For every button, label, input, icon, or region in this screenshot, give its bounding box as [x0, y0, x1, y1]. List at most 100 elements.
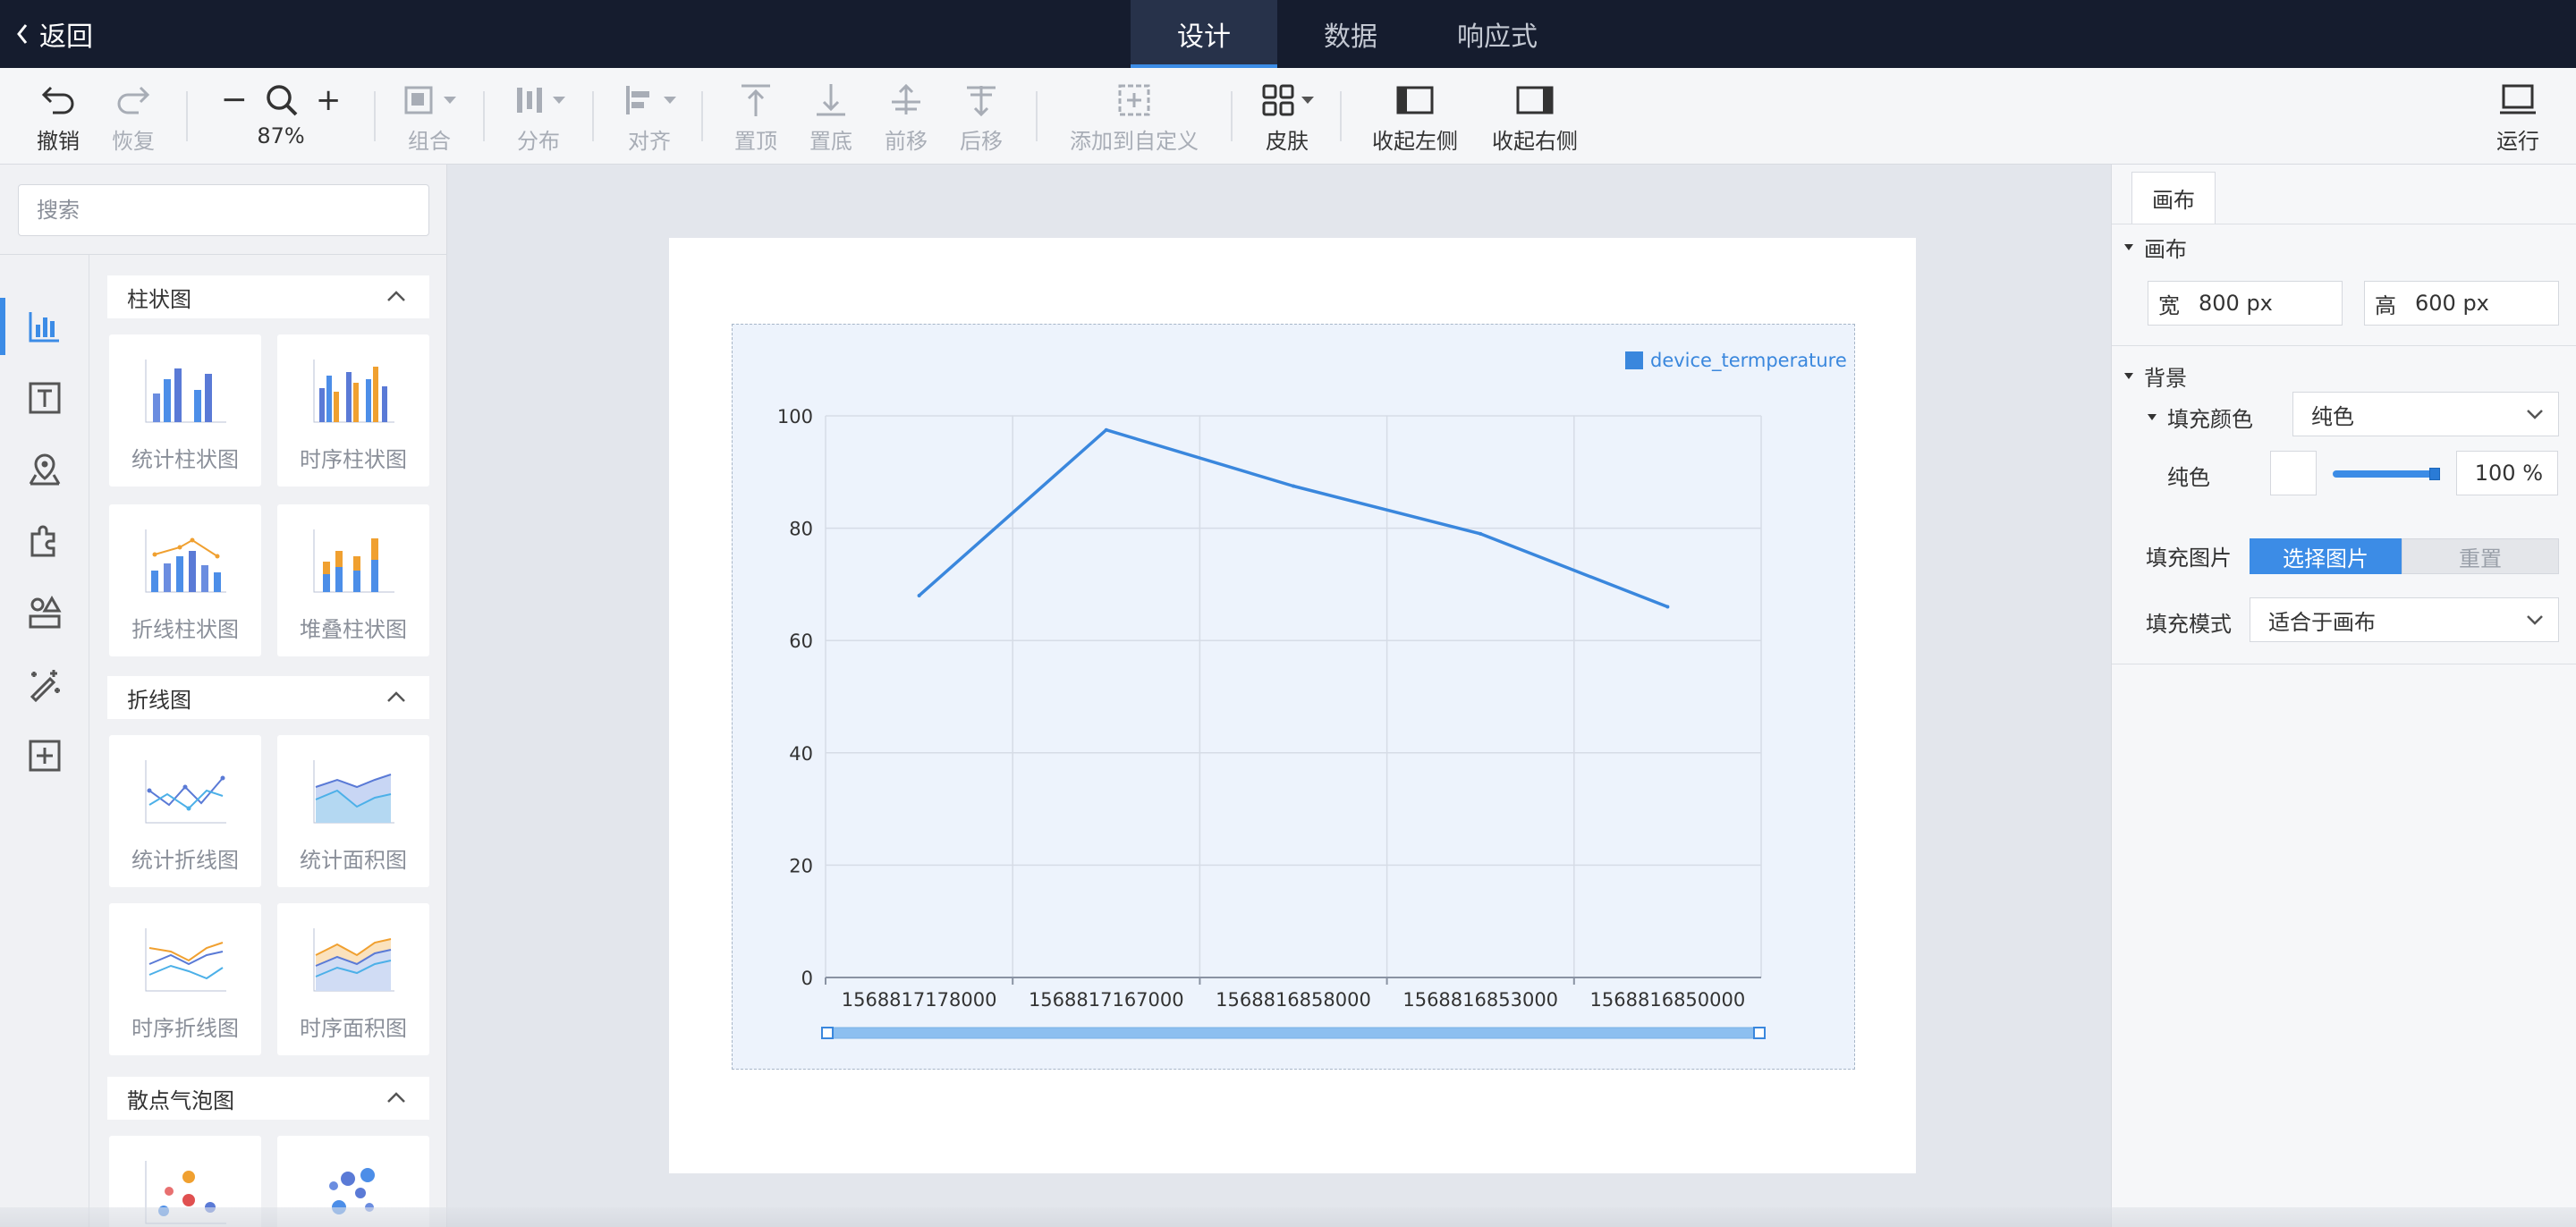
opacity-field[interactable]: 100 % — [2456, 451, 2558, 495]
x-tick-label: 1568816850000 — [1590, 989, 1746, 1011]
search-input[interactable] — [18, 184, 429, 236]
chevron-down-icon — [2527, 615, 2543, 625]
fill-image-label: 填充图片 — [2146, 546, 2232, 571]
toolbar-divider — [483, 91, 485, 141]
rail-plugin[interactable] — [0, 505, 89, 577]
collapse-left-icon — [1396, 86, 1434, 114]
canvas-section-header[interactable]: 画布 — [2124, 225, 2187, 268]
opacity-slider[interactable] — [2333, 470, 2436, 478]
bring-to-top-button[interactable]: 置顶 — [728, 80, 784, 156]
send-to-bottom-button[interactable]: 置底 — [803, 80, 859, 156]
rail-map[interactable] — [0, 434, 89, 505]
back-button[interactable]: 返回 — [14, 0, 93, 68]
bring-forward-button[interactable]: 前移 — [878, 80, 934, 156]
send-backward-icon — [967, 86, 996, 117]
rail-text[interactable] — [0, 362, 89, 434]
line-chart-thumbnail — [145, 760, 226, 824]
zoom-out-icon[interactable]: − — [221, 84, 248, 116]
add-to-custom-label: 添加到自定义 — [1070, 129, 1199, 154]
zoom-icon — [267, 85, 298, 116]
caret-down-icon — [2124, 372, 2133, 379]
category-line-header[interactable]: 折线图 — [107, 676, 429, 719]
chart-card-label: 统计面积图 — [300, 848, 407, 873]
height-field[interactable]: 高 600 px — [2364, 281, 2559, 326]
chart-card[interactable]: 堆叠柱状图 — [277, 504, 429, 656]
chart-card[interactable]: 折线柱状图 — [109, 504, 261, 656]
x-tick-label: 1568816858000 — [1216, 989, 1371, 1011]
color-swatch[interactable] — [2270, 451, 2317, 495]
bring-forward-label: 前移 — [885, 129, 928, 154]
chart-card-label: 堆叠柱状图 — [300, 617, 407, 642]
area-chart-thumbnail — [313, 760, 394, 824]
group-button[interactable]: 组合 — [394, 80, 465, 156]
choose-image-button[interactable]: 选择图片 — [2250, 538, 2402, 574]
align-button[interactable]: 对齐 — [614, 80, 685, 156]
stacked-bar-chart-thumbnail — [313, 529, 394, 593]
rail-shapes[interactable] — [0, 577, 89, 648]
chart-card-label: 时序面积图 — [300, 1016, 407, 1041]
chevron-up-icon — [387, 691, 405, 702]
toolbar-divider — [186, 91, 188, 141]
data-zoom-bar — [825, 1027, 1762, 1039]
skin-label: 皮肤 — [1266, 129, 1309, 154]
run-button[interactable]: 运行 — [2487, 80, 2549, 156]
chart-card[interactable]: 时序折线图 — [109, 903, 261, 1055]
zoom-in-icon[interactable]: + — [316, 85, 342, 115]
section-title: 画布 — [2144, 236, 2187, 262]
chart-card[interactable]: 时序面积图 — [277, 903, 429, 1055]
chart-card-label: 统计柱状图 — [131, 447, 239, 472]
send-backward-button[interactable]: 后移 — [953, 80, 1009, 156]
tab-responsive[interactable]: 响应式 — [1424, 0, 1571, 68]
skin-grid-icon — [1262, 84, 1294, 116]
chart-card[interactable]: 时序柱状图 — [277, 334, 429, 487]
add-to-custom-button[interactable]: 添加到自定义 — [1064, 80, 1204, 156]
chart-widget[interactable]: 0 20 40 60 80 100 1568817178000 1568817167000 15… — [732, 324, 1855, 1070]
chart-card-label: 时序折线图 — [131, 1016, 239, 1041]
reset-button[interactable]: 重置 — [2402, 538, 2559, 574]
y-tick-label: 40 — [789, 743, 813, 765]
category-bar-header[interactable]: 柱状图 — [107, 275, 429, 318]
chart-card[interactable] — [109, 1136, 261, 1227]
chevron-left-icon — [17, 24, 28, 44]
rail-magic[interactable] — [0, 648, 89, 720]
opacity-slider-handle[interactable] — [2429, 468, 2440, 480]
rail-bar-chart[interactable] — [0, 291, 89, 362]
category-scatter-header[interactable]: 散点气泡图 — [107, 1077, 429, 1120]
height-label: 高 — [2375, 292, 2396, 318]
send-backward-label: 后移 — [960, 129, 1003, 154]
category-title: 折线图 — [127, 687, 191, 713]
collapse-left-button[interactable]: 收起左侧 — [1370, 80, 1460, 156]
rail-custom[interactable] — [0, 720, 89, 791]
collapse-right-button[interactable]: 收起右侧 — [1490, 80, 1580, 156]
fill-mode-select[interactable]: 适合于画布 — [2250, 597, 2559, 642]
tab-canvas[interactable]: 画布 — [2131, 172, 2216, 224]
distribute-button[interactable]: 分布 — [503, 80, 574, 156]
toolbar-divider — [1340, 91, 1342, 141]
chart-card[interactable]: 统计折线图 — [109, 735, 261, 887]
skin-button[interactable]: 皮肤 — [1256, 80, 1318, 156]
redo-button[interactable]: 恢复 — [102, 80, 165, 156]
line-chart: 0 20 40 60 80 100 1568817178000 1568817167000 15… — [777, 350, 1847, 1039]
distribute-label: 分布 — [517, 129, 560, 154]
toolbar-divider — [374, 91, 376, 141]
data-zoom-handle-right — [1753, 1027, 1766, 1039]
tab-data[interactable]: 数据 — [1277, 0, 1424, 68]
bar-chart-thumbnail — [145, 360, 226, 423]
align-label: 对齐 — [628, 129, 671, 154]
chart-card[interactable]: 统计柱状图 — [109, 334, 261, 487]
chart-card[interactable] — [277, 1136, 429, 1227]
run-label: 运行 — [2496, 129, 2539, 154]
width-label: 宽 — [2158, 292, 2180, 318]
width-field[interactable]: 宽 800 px — [2148, 281, 2343, 326]
bring-forward-icon — [892, 83, 920, 114]
bubble-chart-thumbnail — [329, 1168, 375, 1214]
fill-color-select[interactable]: 纯色 — [2292, 392, 2559, 436]
solid-color-label: 纯色 — [2167, 465, 2210, 490]
tab-design[interactable]: 设计 — [1131, 0, 1277, 68]
divider — [2112, 345, 2576, 346]
chart-card[interactable]: 统计面积图 — [277, 735, 429, 887]
text-icon — [29, 382, 61, 414]
undo-button[interactable]: 撤销 — [27, 80, 89, 156]
background-section-header[interactable]: 背景 — [2124, 354, 2187, 397]
fill-color-header[interactable]: 填充颜色 — [2148, 395, 2253, 438]
